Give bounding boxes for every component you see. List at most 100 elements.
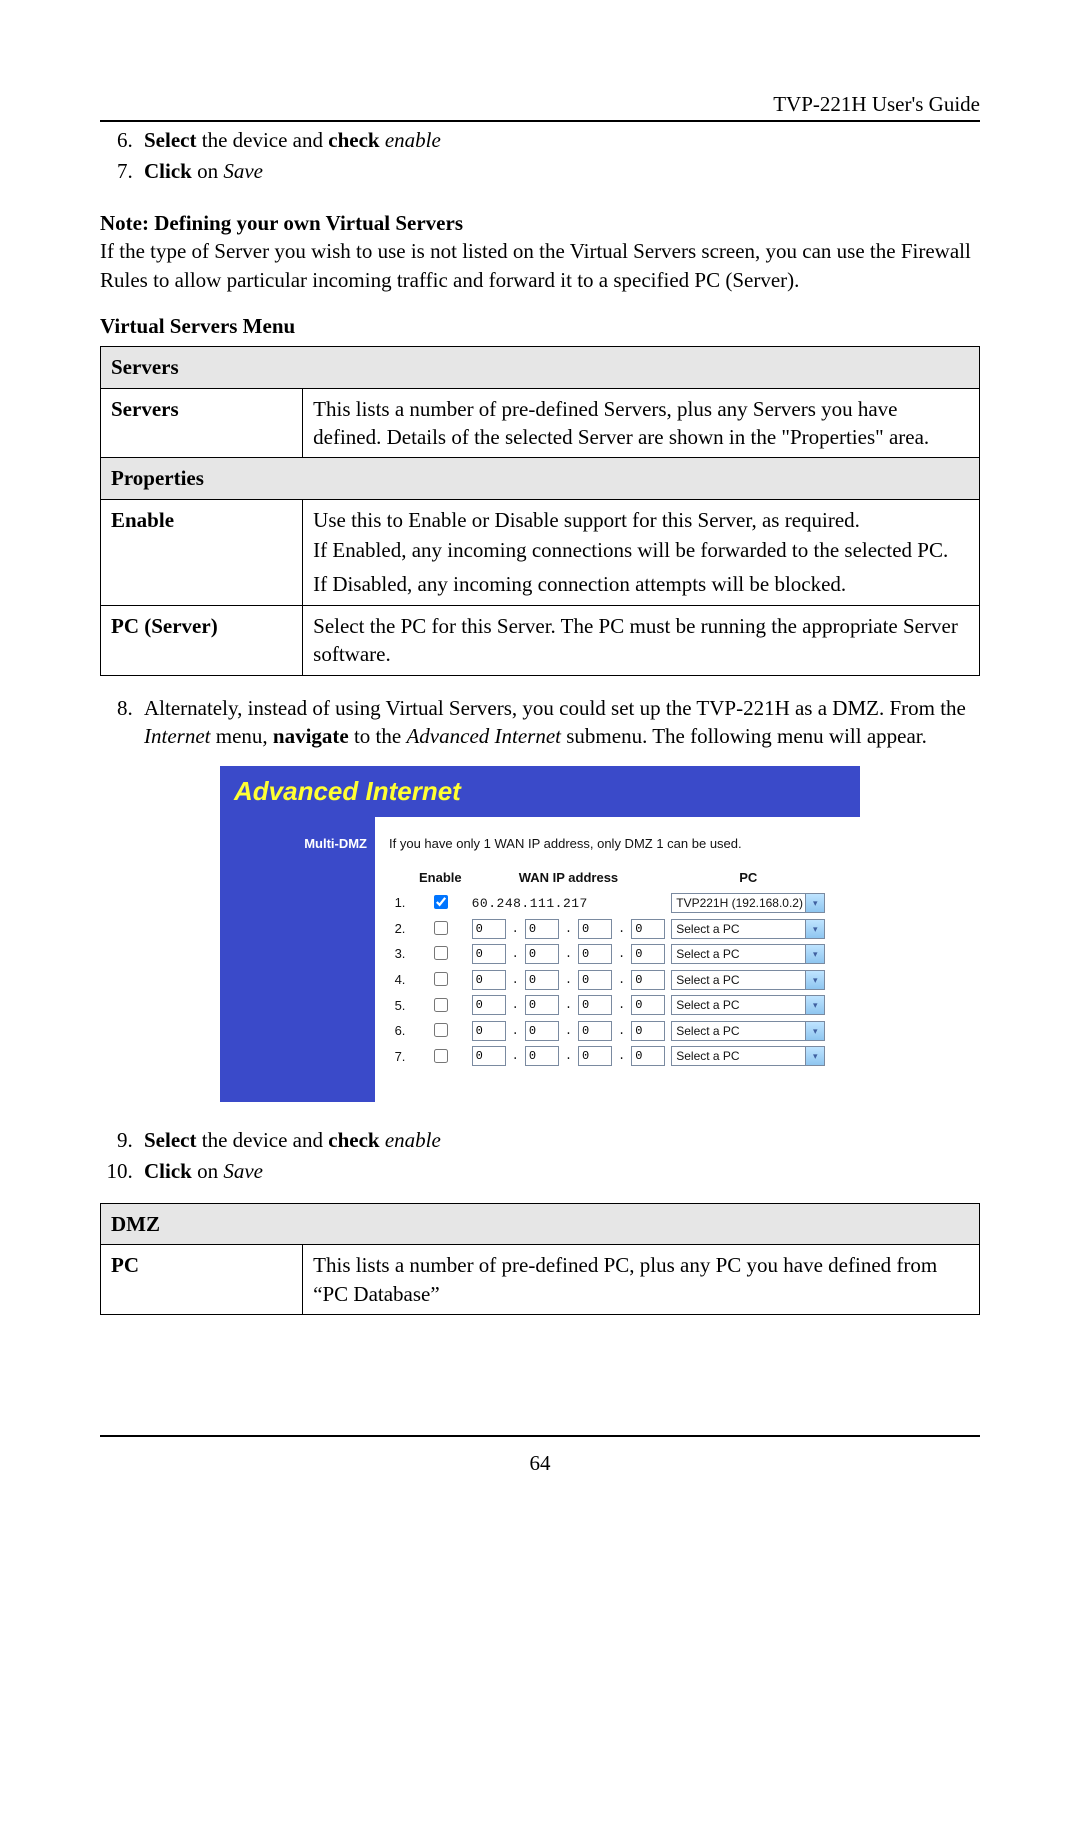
page-number: 64 bbox=[100, 1449, 980, 1477]
enable-checkbox[interactable] bbox=[434, 921, 448, 935]
text-segment: the device and bbox=[196, 128, 328, 152]
row-servers-desc: This lists a number of pre-defined Serve… bbox=[303, 388, 980, 458]
header-rule bbox=[100, 120, 980, 122]
chevron-down-icon: ▾ bbox=[805, 1047, 824, 1065]
enable-checkbox[interactable] bbox=[434, 1023, 448, 1037]
wan-ip-octet[interactable] bbox=[631, 1021, 665, 1041]
text-segment: navigate bbox=[273, 724, 349, 748]
enable-checkbox[interactable] bbox=[434, 946, 448, 960]
dmz-row-pc-desc: This lists a number of pre-defined PC, p… bbox=[303, 1245, 980, 1315]
dmz-row-number: 3. bbox=[389, 943, 411, 965]
text-segment: menu, bbox=[210, 724, 272, 748]
text-segment: enable bbox=[385, 128, 441, 152]
ip-dot: . bbox=[616, 995, 627, 1017]
wan-ip-octet[interactable] bbox=[472, 1021, 506, 1041]
wan-ip-octet[interactable] bbox=[631, 970, 665, 990]
chevron-down-icon: ▾ bbox=[805, 996, 824, 1014]
dmz-section: DMZ bbox=[101, 1203, 980, 1244]
pc-select[interactable]: Select a PC▾ bbox=[671, 1046, 825, 1066]
list-item: Click on Save bbox=[138, 1157, 980, 1185]
col-pc: PC bbox=[669, 867, 827, 889]
list-item: Select the device and check enable bbox=[138, 126, 980, 154]
dmz-row: 4....Select a PC▾ bbox=[389, 969, 827, 991]
wan-ip-octet[interactable] bbox=[472, 995, 506, 1015]
dmz-row: 1.60.248.111.217TVP221H (192.168.0.2)▾ bbox=[389, 892, 827, 914]
dmz-row: 5....Select a PC▾ bbox=[389, 995, 827, 1017]
wan-ip-octet[interactable] bbox=[472, 919, 506, 939]
wan-ip-octet[interactable] bbox=[578, 970, 612, 990]
wan-ip-octet[interactable] bbox=[472, 944, 506, 964]
pc-select[interactable]: TVP221H (192.168.0.2)▾ bbox=[671, 893, 825, 913]
ip-dot: . bbox=[563, 1020, 574, 1042]
wan-ip-octet[interactable] bbox=[578, 944, 612, 964]
row-enable-desc: Use this to Enable or Disable support fo… bbox=[303, 499, 980, 605]
row-enable-desc-1: Use this to Enable or Disable support fo… bbox=[313, 508, 860, 532]
text-segment: Internet bbox=[144, 724, 210, 748]
text-segment: Click bbox=[144, 159, 192, 183]
dmz-row-number: 7. bbox=[389, 1046, 411, 1068]
dmz-row: 7.... Select a PC▾ bbox=[389, 1046, 827, 1068]
wan-ip-octet[interactable] bbox=[472, 1046, 506, 1066]
table-section-servers: Servers bbox=[101, 347, 980, 388]
pc-select-value: Select a PC bbox=[676, 921, 739, 937]
ip-dot: . bbox=[510, 1046, 521, 1068]
pc-select[interactable]: Select a PC ▾ bbox=[671, 970, 825, 990]
enable-checkbox[interactable] bbox=[434, 972, 448, 986]
ip-dot: . bbox=[563, 969, 574, 991]
enable-checkbox[interactable] bbox=[434, 998, 448, 1012]
text-segment: on bbox=[192, 1159, 224, 1183]
wan-ip-octet[interactable] bbox=[631, 1046, 665, 1066]
enable-checkbox[interactable] bbox=[434, 1049, 448, 1063]
chevron-down-icon: ▾ bbox=[805, 894, 824, 912]
enable-checkbox[interactable] bbox=[434, 895, 448, 909]
wan-ip-octet[interactable] bbox=[525, 995, 559, 1015]
dmz-rows-table: Enable WAN IP address PC 1.60.248.111.21… bbox=[387, 863, 829, 1071]
footer-rule bbox=[100, 1435, 980, 1437]
pc-select[interactable]: Select a PC ▾ bbox=[671, 995, 825, 1015]
dmz-row-number: 5. bbox=[389, 995, 411, 1017]
dmz-row-number: 6. bbox=[389, 1020, 411, 1042]
wan-ip-octet[interactable] bbox=[525, 1046, 559, 1066]
text-segment: check bbox=[328, 1128, 379, 1152]
table-section-properties: Properties bbox=[101, 458, 980, 499]
pc-select-value: Select a PC bbox=[676, 997, 739, 1013]
dmz-header-row: Enable WAN IP address PC bbox=[389, 867, 827, 889]
wan-ip-octet[interactable] bbox=[525, 944, 559, 964]
dmz-row-number: 4. bbox=[389, 969, 411, 991]
wan-ip-octet[interactable] bbox=[525, 970, 559, 990]
pc-select-value: Select a PC bbox=[676, 972, 739, 988]
wan-ip-octet[interactable] bbox=[578, 1046, 612, 1066]
pc-select-value: Select a PC bbox=[676, 946, 739, 962]
wan-ip-octet[interactable] bbox=[631, 995, 665, 1015]
ip-dot: . bbox=[563, 1046, 574, 1068]
pc-select-value: Select a PC bbox=[676, 1023, 739, 1039]
wan-ip-octet[interactable] bbox=[578, 995, 612, 1015]
wan-ip-octet[interactable] bbox=[578, 1021, 612, 1041]
advanced-internet-content: If you have only 1 WAN IP address, only … bbox=[375, 817, 860, 1102]
wan-ip-octet[interactable] bbox=[631, 944, 665, 964]
steps-list-8: Alternately, instead of using Virtual Se… bbox=[100, 694, 980, 751]
doc-header: TVP-221H User's Guide bbox=[100, 90, 980, 120]
text-segment: Save bbox=[223, 159, 263, 183]
pc-select[interactable]: Select a PC▾ bbox=[671, 1021, 825, 1041]
pc-select[interactable]: Select a PC▾ bbox=[671, 944, 825, 964]
wan-ip-octet[interactable] bbox=[525, 1021, 559, 1041]
ip-dot: . bbox=[563, 995, 574, 1017]
ip-dot: . bbox=[616, 969, 627, 991]
wan-ip-octet[interactable] bbox=[578, 919, 612, 939]
pc-select[interactable]: Select a PC▾ bbox=[671, 919, 825, 939]
wan-ip-octet[interactable] bbox=[472, 970, 506, 990]
dmz-row-number: 2. bbox=[389, 918, 411, 940]
dmz-row: 2....Select a PC▾ bbox=[389, 918, 827, 940]
dmz-row-pc-label: PC bbox=[101, 1245, 303, 1315]
ip-dot: . bbox=[510, 1020, 521, 1042]
chevron-down-icon: ▾ bbox=[805, 971, 824, 989]
text-segment: check bbox=[328, 128, 379, 152]
wan-ip-octet[interactable] bbox=[525, 919, 559, 939]
col-wan: WAN IP address bbox=[470, 867, 668, 889]
vsm-title: Virtual Servers Menu bbox=[100, 312, 980, 340]
wan-ip-octet[interactable] bbox=[631, 919, 665, 939]
ip-dot: . bbox=[616, 1046, 627, 1068]
multi-dmz-label: Multi-DMZ bbox=[304, 836, 367, 851]
ip-dot: . bbox=[510, 918, 521, 940]
